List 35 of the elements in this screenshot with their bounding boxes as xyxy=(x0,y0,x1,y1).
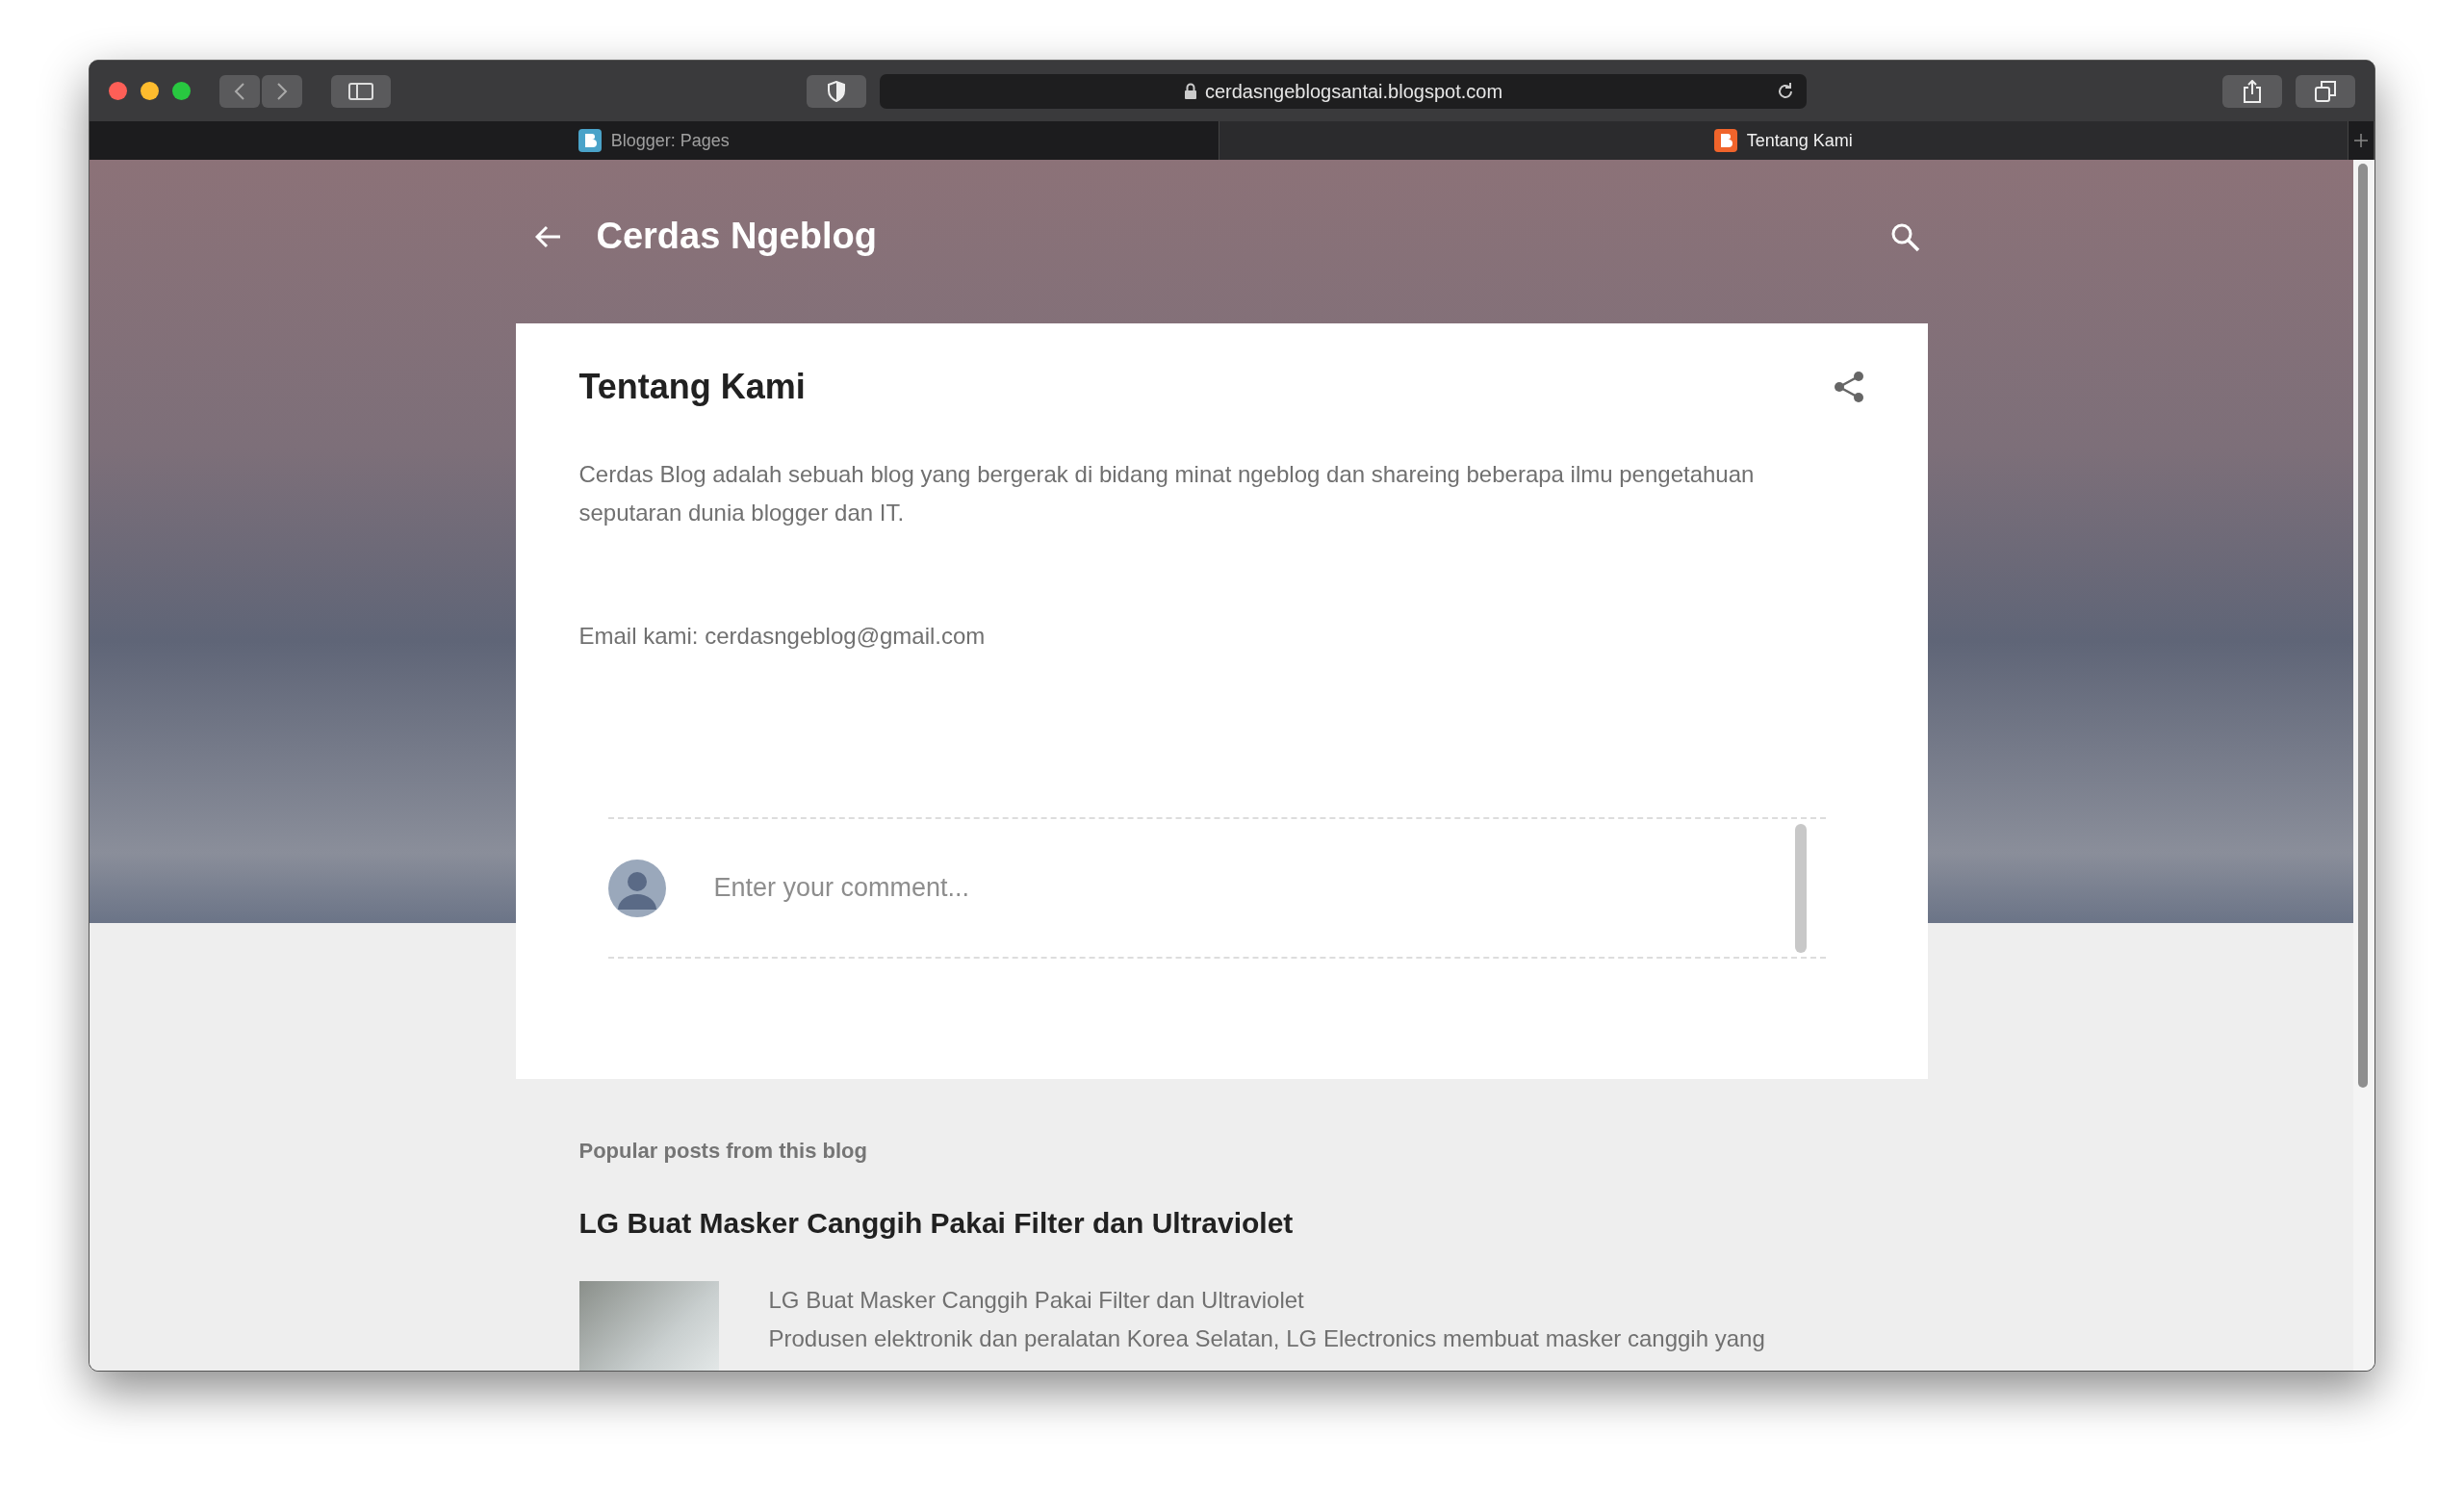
address-bar[interactable]: cerdasngeblogsantai.blogspot.com xyxy=(880,73,1807,109)
snippet-text: Produsen elektronik dan peralatan Korea Selatan, LG Electronics membuat masker canggih yang xyxy=(768,1324,1765,1354)
chevron-right-icon xyxy=(276,81,288,101)
post-link[interactable]: LG Buat Masker Canggih Pakai Filter dan Ultraviolet xyxy=(578,1206,1864,1242)
share-icon[interactable] xyxy=(1833,370,1864,403)
zoom-window-button[interactable] xyxy=(172,82,191,100)
back-button[interactable] xyxy=(219,74,260,108)
avatar-icon xyxy=(607,859,666,917)
minimize-window-button[interactable] xyxy=(141,82,159,100)
close-window-button[interactable] xyxy=(109,82,127,100)
privacy-shield-button[interactable] xyxy=(807,74,866,108)
tabs-overview-button[interactable] xyxy=(2296,74,2355,108)
scrollbar-thumb[interactable] xyxy=(1794,823,1807,953)
post-paragraph: Cerdas Blog adalah sebuah blog yang bergerak di bidang minat ngeblog dan shareing beberapa ilmu pengetahuan seputaran dunia blogger dan IT. xyxy=(578,460,1756,528)
shield-icon xyxy=(827,80,846,102)
sidebar-button[interactable] xyxy=(331,74,391,108)
share-icon xyxy=(2243,79,2262,103)
blog-title[interactable]: Cerdas Ngeblog xyxy=(596,215,877,259)
post-title: Tentang Kami xyxy=(578,366,806,408)
forward-button[interactable] xyxy=(262,74,302,108)
sidebar-icon xyxy=(348,82,373,100)
section-heading: Popular posts from this blog xyxy=(578,1139,868,1165)
reload-icon[interactable] xyxy=(1776,81,1795,101)
back-arrow-icon[interactable] xyxy=(534,225,562,248)
chevron-left-icon xyxy=(234,81,245,101)
url-text: cerdasngeblogsantai.blogspot.com xyxy=(1204,79,1503,104)
plus-icon xyxy=(2354,134,2368,147)
post-paragraph: Email kami: cerdasngeblog@gmail.com xyxy=(578,622,987,652)
tabs-icon xyxy=(2315,80,2336,102)
share-button[interactable] xyxy=(2222,74,2282,108)
lock-icon xyxy=(1183,82,1197,100)
browser-tab[interactable]: Tentang Kami xyxy=(1219,121,2348,160)
snippet-title: LG Buat Masker Canggih Pakai Filter dan Ultraviolet xyxy=(768,1286,1305,1316)
scrollbar-thumb[interactable] xyxy=(2358,164,2368,1088)
comment-field[interactable]: Enter your comment... xyxy=(711,867,1749,909)
